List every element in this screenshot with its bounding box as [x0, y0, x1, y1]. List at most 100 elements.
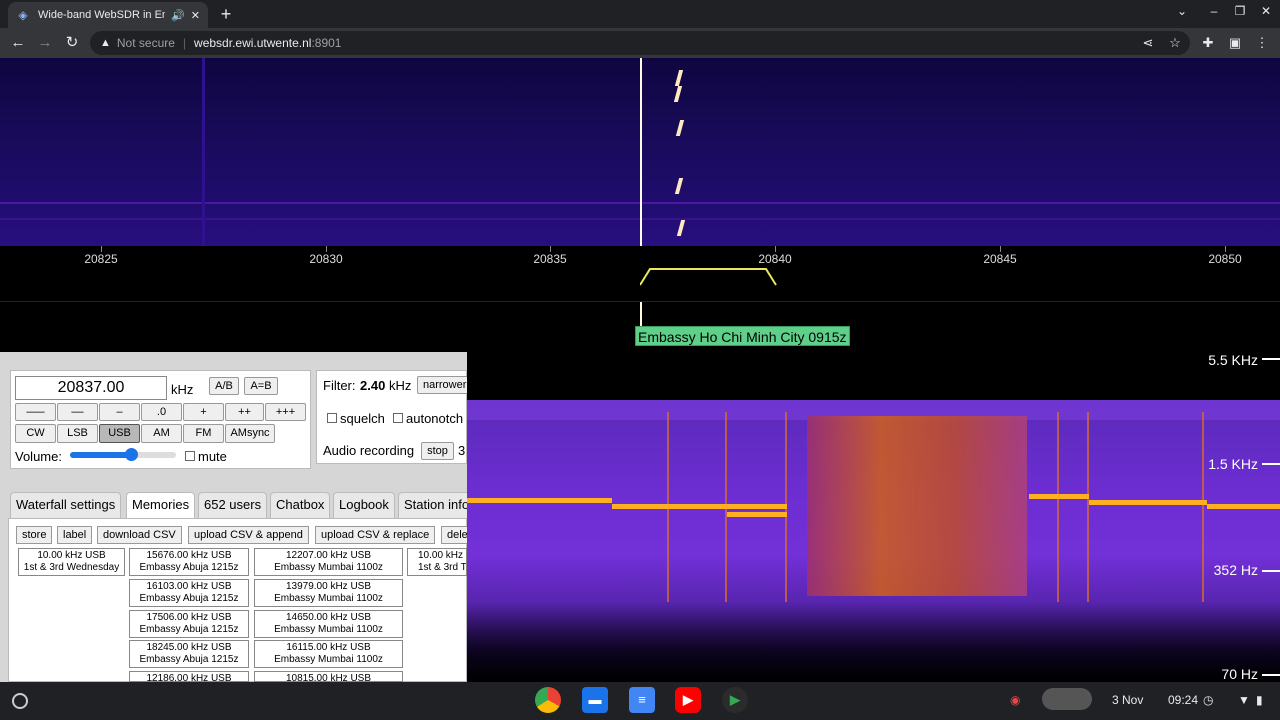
spectrogram-tone	[1207, 504, 1280, 509]
mute-checkbox[interactable]	[185, 451, 195, 461]
a-equals-b-button[interactable]: A=B	[244, 377, 278, 395]
step-up-1-button[interactable]: +	[183, 403, 224, 421]
frequency-unit: kHz	[171, 382, 194, 397]
tab-search-icon[interactable]: ⌄	[1172, 4, 1192, 18]
store-button[interactable]: store	[16, 526, 53, 544]
holding-space-icon[interactable]	[1042, 688, 1092, 710]
memory-entry[interactable]: 15676.00 kHz USB Embassy Abuja 1215z	[129, 548, 249, 576]
maximize-icon[interactable]: ❐	[1230, 4, 1250, 18]
memory-name: Embassy Abuja 1215z	[139, 654, 239, 665]
spectrogram-tick	[1262, 570, 1280, 572]
wifi-icon: ▼	[1238, 693, 1250, 707]
reload-icon[interactable]: ↻	[62, 33, 82, 53]
tab-memories[interactable]: Memories	[126, 492, 196, 518]
minimize-icon[interactable]: –	[1204, 4, 1224, 18]
spectrogram-noise-floor	[467, 602, 1280, 682]
step-down-1-button[interactable]: –	[99, 403, 140, 421]
close-window-icon[interactable]: ✕	[1256, 4, 1276, 18]
back-icon[interactable]: ←	[8, 33, 28, 53]
mode-fm-button[interactable]: FM	[183, 424, 224, 443]
memory-entry[interactable]: 10.00 kHz 1st & 3rd Th	[407, 548, 467, 576]
mode-am-button[interactable]: AM	[141, 424, 182, 443]
filter-value: 2.40	[360, 378, 386, 393]
volume-slider[interactable]	[70, 448, 176, 461]
mode-usb-button[interactable]: USB	[99, 424, 140, 443]
clock-icon: ◷	[1203, 693, 1214, 707]
tab-logbook[interactable]: Logbook	[333, 492, 395, 518]
memory-entry[interactable]: 16103.00 kHz USB Embassy Abuja 1215z	[129, 579, 249, 607]
extensions-icon[interactable]: ✚	[1198, 33, 1218, 53]
ab-button[interactable]: A/B	[209, 377, 239, 395]
play-store-icon[interactable]: ▶	[722, 687, 748, 713]
download-csv-button[interactable]: download CSV	[97, 526, 182, 544]
stop-recording-button[interactable]: stop	[421, 442, 454, 460]
step-up-3-button[interactable]: +++	[265, 403, 306, 421]
squelch-label: squelch	[340, 411, 385, 426]
mode-cw-button[interactable]: CW	[15, 424, 56, 443]
frequency-input[interactable]: 20837.00	[15, 376, 167, 400]
memory-entry[interactable]: 13979.00 kHz USB Embassy Mumbai 1100z	[254, 579, 403, 607]
memory-name: Embassy Abuja 1215z	[139, 562, 239, 573]
audio-spectrogram[interactable]: 5.5 KHz 1.5 KHz 352 Hz 70 Hz	[467, 352, 1280, 682]
spectrogram-streak	[1057, 412, 1059, 602]
upload-csv-replace-button[interactable]: upload CSV & replace	[315, 526, 436, 544]
memory-entry[interactable]: 10.00 kHz USB 1st & 3rd Wednesday	[18, 548, 125, 576]
screen-record-icon[interactable]: ◉	[1010, 693, 1020, 707]
passband-indicator[interactable]	[640, 265, 780, 289]
screen: ◈ Wide-band WebSDR in Ensch 🔊 ✕ + ⌄ – ❐ …	[0, 0, 1280, 720]
files-icon[interactable]: ▬	[582, 687, 608, 713]
spectrogram-streak	[1087, 412, 1089, 602]
memory-entry[interactable]: 18245.00 kHz USB Embassy Abuja 1215z	[129, 640, 249, 668]
launcher-icon[interactable]	[12, 693, 28, 709]
menu-icon[interactable]: ⋮	[1252, 33, 1272, 53]
speaker-icon[interactable]: 🔊	[171, 9, 185, 22]
browser-tab-strip: ◈ Wide-band WebSDR in Ensch 🔊 ✕ + ⌄ – ❐ …	[0, 0, 1280, 28]
mode-lsb-button[interactable]: LSB	[57, 424, 98, 443]
address-bar[interactable]: ▲ Not secure | websdr.ewi.utwente.nl :89…	[90, 31, 1190, 55]
tab-waterfall-settings[interactable]: Waterfall settings	[10, 492, 122, 518]
youtube-icon[interactable]: ▶	[675, 687, 701, 713]
squelch-checkbox[interactable]	[327, 413, 337, 423]
volume-slider-knob[interactable]	[125, 448, 138, 461]
browser-toolbar: ← → ↻ ▲ Not secure | websdr.ewi.utwente.…	[0, 28, 1280, 58]
upload-csv-append-button[interactable]: upload CSV & append	[188, 526, 309, 544]
new-tab-button[interactable]: +	[216, 4, 236, 24]
step-up-2-button[interactable]: ++	[225, 403, 264, 421]
label-button[interactable]: label	[57, 526, 93, 544]
memory-entry[interactable]: 17506.00 kHz USB Embassy Abuja 1215z	[129, 610, 249, 638]
share-icon[interactable]: ⋖	[1138, 33, 1158, 53]
docs-icon[interactable]: ≡	[629, 687, 655, 713]
spectrogram-tone	[612, 504, 787, 509]
tab-title: Wide-band WebSDR in Ensch	[38, 9, 166, 21]
tab-chatbox[interactable]: Chatbox	[270, 492, 331, 518]
chrome-icon[interactable]	[535, 687, 561, 713]
round-button[interactable]: .0	[141, 403, 182, 421]
memory-entry[interactable]: 14650.00 kHz USB Embassy Mumbai 1100z	[254, 610, 403, 638]
bookmark-star-icon[interactable]: ☆	[1165, 33, 1185, 53]
memory-frequency: 15676.00 kHz USB	[146, 550, 232, 561]
filter-label: Filter:	[323, 378, 356, 393]
signal-trace	[675, 120, 685, 136]
memory-entry[interactable]: 10815.00 kHz USB	[254, 671, 403, 682]
scale-label: 20825	[84, 252, 118, 266]
step-down-3-button[interactable]: –––	[15, 403, 56, 421]
date-label[interactable]: 3 Nov	[1112, 693, 1143, 707]
memory-name: Embassy Abuja 1215z	[139, 593, 239, 604]
signal-trace	[676, 220, 686, 236]
side-panel-icon[interactable]: ▣	[1225, 33, 1245, 53]
time-label[interactable]: 09:24	[1168, 693, 1198, 707]
memory-entry[interactable]: 12186.00 kHz USB	[129, 671, 249, 682]
autonotch-checkbox[interactable]	[393, 413, 403, 423]
forward-icon[interactable]: →	[35, 33, 55, 53]
memory-entry[interactable]: 12207.00 kHz USB Embassy Mumbai 1100z	[254, 548, 403, 576]
browser-tab[interactable]: ◈ Wide-band WebSDR in Ensch 🔊 ✕	[8, 2, 208, 28]
close-tab-icon[interactable]: ✕	[191, 9, 200, 22]
station-label[interactable]: Embassy Ho Chi Minh City 0915z	[635, 326, 850, 346]
step-down-2-button[interactable]: ––	[57, 403, 98, 421]
spectrogram-tick	[1262, 463, 1280, 465]
memory-entry[interactable]: 16115.00 kHz USB Embassy Mumbai 1100z	[254, 640, 403, 668]
volume-slider-fill	[70, 452, 130, 458]
tab-station-info[interactable]: Station info	[398, 492, 476, 518]
tab-users[interactable]: 652 users	[198, 492, 268, 518]
mode-amsync-button[interactable]: AMsync	[225, 424, 275, 443]
